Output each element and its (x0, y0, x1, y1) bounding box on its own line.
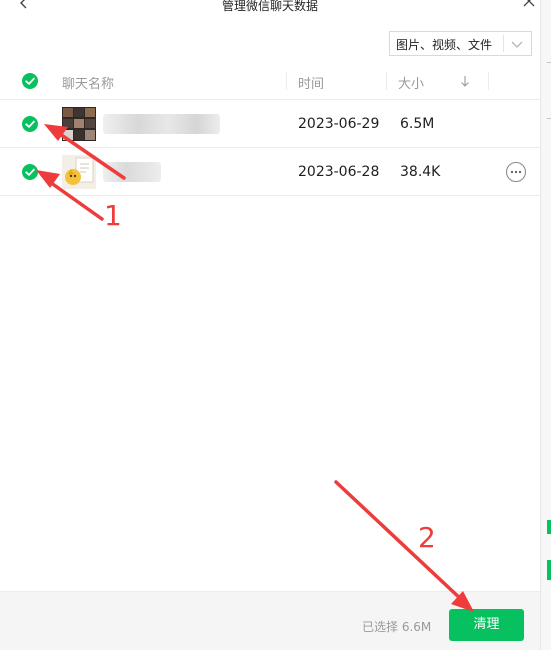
edge-mark (547, 560, 551, 580)
chat-avatar (62, 107, 96, 141)
window-title: 管理微信聊天数据 (221, 0, 318, 13)
check-icon (25, 120, 35, 128)
chat-name-redacted (103, 114, 220, 134)
row-size: 38.4K (400, 164, 441, 180)
table-row[interactable]: 2023-06-28 38.4K (0, 148, 540, 196)
table-row[interactable]: 2023-06-29 6.5M (0, 100, 540, 148)
row-checkbox[interactable] (22, 116, 38, 132)
title-bar: 管理微信聊天数据 (0, 0, 540, 22)
row-checkbox[interactable] (22, 164, 38, 180)
column-header-time[interactable]: 时间 (298, 73, 324, 92)
file-type-filter[interactable]: 图片、视频、文件 (389, 31, 532, 56)
row-size: 6.5M (400, 116, 435, 132)
manage-chat-data-window: 管理微信聊天数据 图片、视频、文件 聊天名称 时间 大小 2023-06-29 … (0, 0, 540, 650)
edge-mark (547, 62, 551, 63)
row-time: 2023-06-29 (298, 116, 380, 132)
edge-mark (547, 118, 551, 119)
more-icon[interactable] (505, 161, 527, 183)
background-window-edge (540, 0, 551, 650)
annotation-label-1: 1 (104, 199, 122, 232)
selected-size-text: 已选择 6.6M (362, 620, 432, 634)
chat-name-redacted (103, 162, 161, 182)
close-icon[interactable] (522, 0, 536, 10)
filter-divider (503, 35, 504, 52)
edge-mark (547, 520, 551, 534)
file-type-filter-value: 图片、视频、文件 (396, 38, 493, 52)
column-divider (286, 72, 287, 90)
select-all-checkbox[interactable] (22, 73, 38, 89)
check-icon (25, 168, 35, 176)
chat-avatar (62, 155, 96, 189)
row-time: 2023-06-28 (298, 164, 380, 180)
clean-button[interactable]: 清理 (449, 609, 524, 641)
footer-bar: 已选择 6.6M 清理 (0, 591, 540, 650)
column-divider (488, 72, 489, 90)
check-icon (25, 77, 35, 85)
annotation-label-2: 2 (418, 521, 436, 554)
chevron-down-icon[interactable] (509, 37, 525, 51)
column-header-name: 聊天名称 (62, 77, 115, 92)
sort-down-icon[interactable] (459, 74, 471, 88)
column-divider (386, 72, 387, 90)
column-header-size[interactable]: 大小 (398, 73, 424, 92)
table-header: 聊天名称 时间 大小 (0, 64, 540, 100)
